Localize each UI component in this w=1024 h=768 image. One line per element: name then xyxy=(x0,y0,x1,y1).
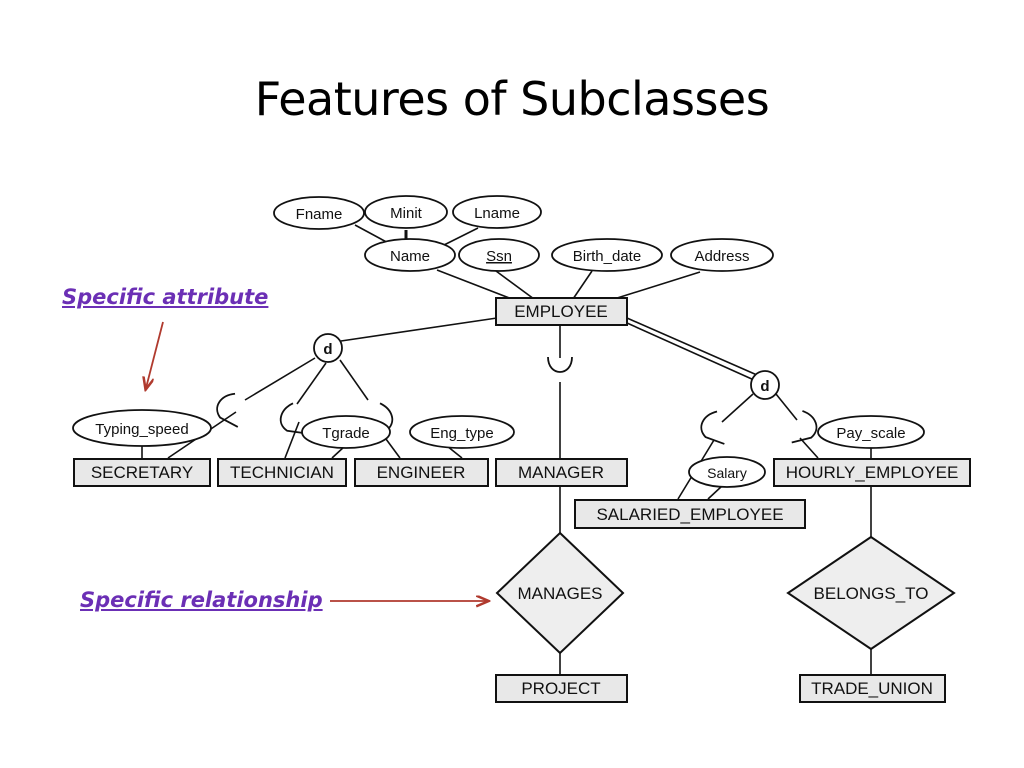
edge-d-engineer-a xyxy=(339,359,369,401)
slide-canvas: Features of Subclasses Fname Minit Lname… xyxy=(0,0,1024,768)
attribute-typing-speed-label: Typing_speed xyxy=(95,421,188,438)
attribute-salary-label: Salary xyxy=(707,465,747,481)
entity-trade-union: TRADE_UNION xyxy=(799,674,946,703)
relationship-belongs-to-label: BELONGS_TO xyxy=(814,584,929,603)
edge-d-technician-b xyxy=(284,421,300,459)
edge-employee-d-left xyxy=(340,317,498,342)
edge-employee-d-right-a xyxy=(626,317,758,376)
attribute-typing-speed: Typing_speed xyxy=(72,409,212,447)
specialization-circle-right: d xyxy=(750,370,780,400)
entity-engineer: ENGINEER xyxy=(354,458,489,487)
entity-hourly-employee-label: HOURLY_EMPLOYEE xyxy=(786,463,959,482)
relationship-manages: MANAGES xyxy=(495,531,625,655)
edge-salary-salaried xyxy=(707,485,723,500)
attribute-address: Address xyxy=(670,238,774,272)
attribute-ssn: Ssn xyxy=(458,238,540,272)
attribute-lname: Lname xyxy=(452,195,542,229)
entity-project: PROJECT xyxy=(495,674,628,703)
attribute-address-label: Address xyxy=(694,248,749,265)
attribute-name-label: Name xyxy=(390,248,430,265)
attribute-salary: Salary xyxy=(688,456,766,488)
attribute-fname: Fname xyxy=(273,196,365,230)
entity-technician: TECHNICIAN xyxy=(217,458,347,487)
entity-manager-label: MANAGER xyxy=(518,463,604,482)
entity-secretary: SECRETARY xyxy=(73,458,211,487)
attribute-minit: Minit xyxy=(364,195,448,229)
edge-employee-d-right-b xyxy=(626,322,755,381)
edge-birthdate-employee xyxy=(572,270,593,300)
entity-salaried-employee-label: SALARIED_EMPLOYEE xyxy=(596,505,783,524)
specialization-circle-right-label: d xyxy=(760,378,769,395)
entity-secretary-label: SECRETARY xyxy=(91,463,193,482)
edge-d-hourly-a xyxy=(775,393,798,421)
attribute-birth-date: Birth_date xyxy=(551,238,663,272)
attribute-pay-scale: Pay_scale xyxy=(817,415,925,449)
specialization-circle-left-label: d xyxy=(323,341,332,358)
entity-technician-label: TECHNICIAN xyxy=(230,463,334,482)
entity-employee-label: EMPLOYEE xyxy=(514,302,608,321)
attribute-fname-label: Fname xyxy=(296,206,343,223)
subset-symbol-manager xyxy=(547,356,573,373)
related-entities: PROJECT TRADE_UNION xyxy=(495,674,946,703)
entity-trade-union-label: TRADE_UNION xyxy=(811,679,933,698)
annotation-specific-attribute: Specific attribute xyxy=(62,285,269,309)
subclass-entities: SECRETARY TECHNICIAN ENGINEER MANAGER SA… xyxy=(73,458,971,529)
edge-d-technician-a xyxy=(296,362,327,405)
er-diagram: Fname Minit Lname Name Ssn Birth_date Ad… xyxy=(72,195,971,703)
annotation-specific-relationship: Specific relationship xyxy=(80,588,323,612)
specialization-circle-left: d xyxy=(313,333,343,363)
relationship-diamonds: MANAGES BELONGS_TO xyxy=(495,531,956,655)
entity-salaried-employee: SALARIED_EMPLOYEE xyxy=(574,499,806,529)
attribute-lname-label: Lname xyxy=(474,205,520,222)
entity-employee: EMPLOYEE xyxy=(495,297,628,326)
entity-manager: MANAGER xyxy=(495,458,628,487)
edge-d-salaried-a xyxy=(721,393,754,423)
attribute-tgrade-label: Tgrade xyxy=(322,425,370,442)
subset-symbol-hourly xyxy=(791,410,818,444)
attribute-pay-scale-label: Pay_scale xyxy=(836,425,905,442)
attribute-eng-type: Eng_type xyxy=(409,415,515,449)
relationship-belongs-to: BELONGS_TO xyxy=(786,535,956,651)
edge-d-hourly-b xyxy=(799,437,819,459)
entity-hourly-employee: HOURLY_EMPLOYEE xyxy=(773,458,971,487)
annotation-arrow-attribute xyxy=(146,321,164,388)
relationship-manages-label: MANAGES xyxy=(517,584,602,603)
entity-project-label: PROJECT xyxy=(521,679,600,698)
attribute-name: Name xyxy=(364,238,456,272)
attribute-minit-label: Minit xyxy=(390,205,423,222)
subset-symbol-secretary xyxy=(216,392,239,428)
attribute-eng-type-label: Eng_type xyxy=(430,425,493,442)
edge-address-employee xyxy=(613,271,701,300)
attribute-tgrade: Tgrade xyxy=(301,415,391,449)
entity-engineer-label: ENGINEER xyxy=(377,463,466,482)
attribute-ssn-label: Ssn xyxy=(486,248,512,265)
attribute-ellipses: Fname Minit Lname Name Ssn Birth_date Ad… xyxy=(72,195,925,488)
attribute-birth-date-label: Birth_date xyxy=(573,248,641,265)
subset-symbol-salaried xyxy=(700,410,725,445)
